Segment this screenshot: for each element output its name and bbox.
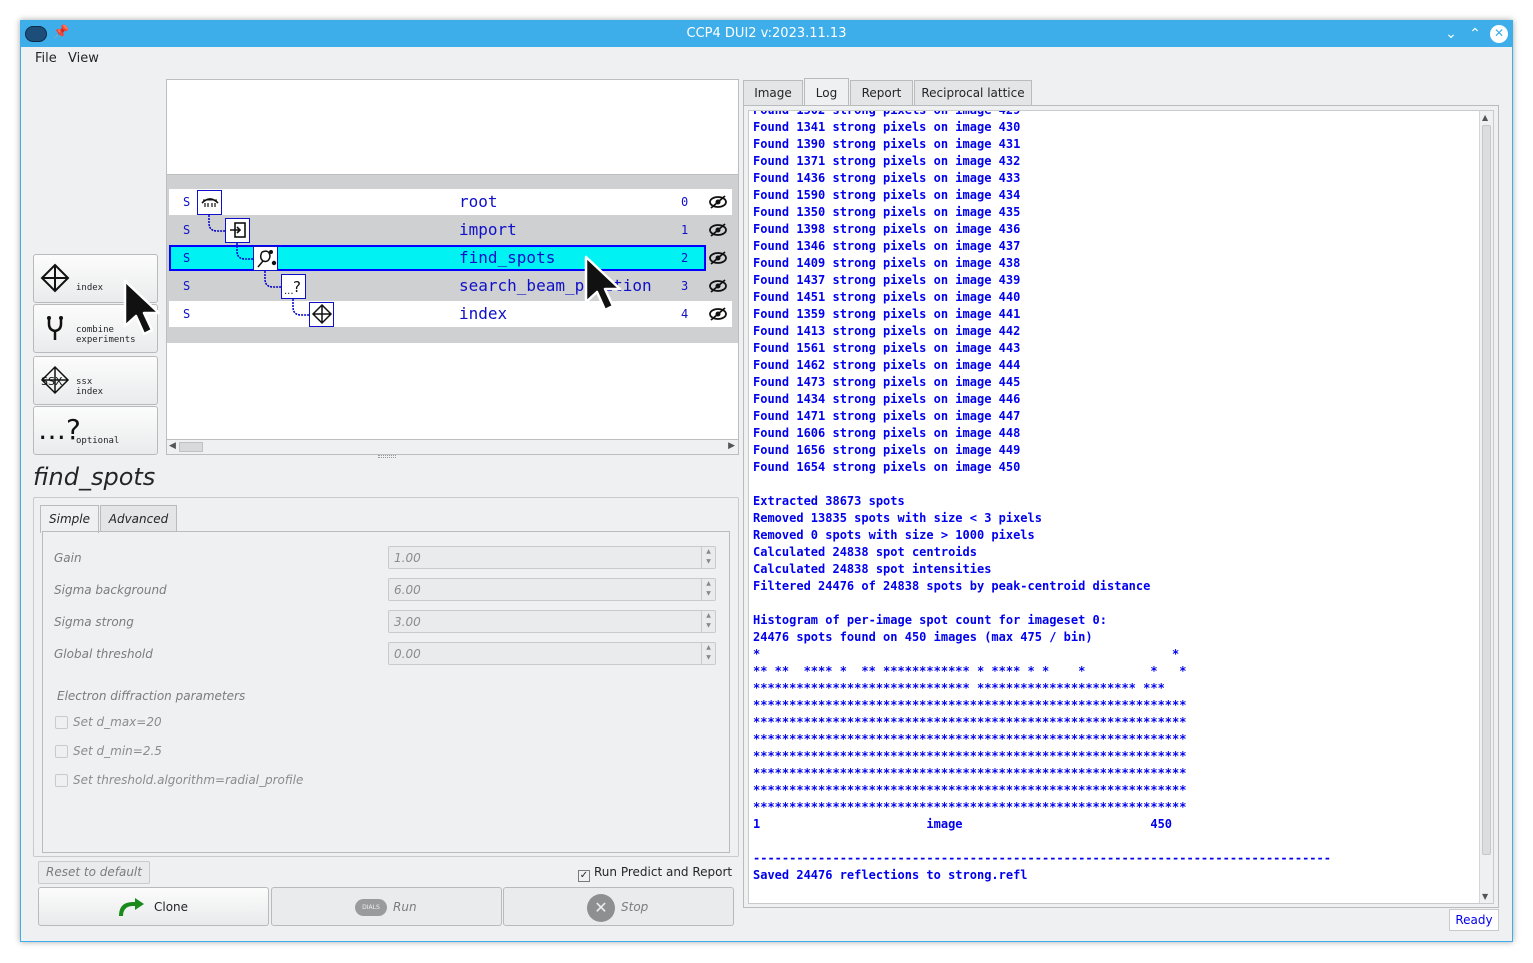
global-threshold-label: Global threshold — [54, 647, 153, 661]
spinner-arrows-icon[interactable]: ▲ ▼ — [701, 643, 715, 664]
spinner-arrows-icon[interactable]: ▲ ▼ — [701, 611, 715, 632]
main-window: 📌 CCP4 DUI2 v:2023.11.13 ⌄ ⌃ ✕ File View… — [20, 20, 1513, 942]
ssx-index-icon: SSX — [40, 365, 70, 395]
hide-eye-icon[interactable] — [708, 304, 728, 324]
row-number: 4 — [681, 307, 689, 321]
sigma-strong-field[interactable]: 3.00 ▲ ▼ — [388, 610, 716, 633]
find-spots-node-icon — [253, 246, 278, 271]
set-dmin-checkbox[interactable] — [55, 745, 68, 758]
log-panel: Found 1502 strong pixels on image 429 Fo… — [743, 105, 1499, 908]
index-node-icon — [309, 302, 334, 327]
electron-diffraction-section-label: Electron diffraction parameters — [57, 689, 246, 703]
action-label: optional — [76, 436, 120, 446]
menu-view[interactable]: View — [68, 51, 99, 66]
set-threshold-algorithm-label: Set threshold.algorithm=radial_profile — [73, 773, 304, 787]
stop-label: Stop — [621, 900, 649, 914]
scroll-thumb[interactable] — [1482, 125, 1491, 855]
svg-text:SSX: SSX — [41, 375, 63, 388]
combine-fork-icon — [40, 313, 70, 343]
status-ready: Ready — [1449, 909, 1499, 931]
set-dmax-checkbox[interactable] — [55, 716, 68, 729]
row-name: root — [459, 192, 498, 211]
dials-run-icon: DIALS — [355, 899, 387, 916]
hide-eye-icon[interactable] — [708, 192, 728, 212]
action-optional-button[interactable]: …? optional — [33, 406, 158, 455]
tree-header-area — [166, 79, 739, 175]
row-number: 2 — [681, 251, 689, 265]
row-name: index — [459, 304, 508, 323]
run-predict-label: Run Predict and Report — [594, 865, 733, 879]
root-node-icon — [197, 190, 222, 215]
stop-x-icon: ✕ — [587, 894, 615, 922]
tab-reciprocal-lattice[interactable]: Reciprocal lattice — [914, 80, 1032, 105]
row-name: import — [459, 220, 517, 239]
scroll-up-icon[interactable]: ▲ — [1482, 113, 1488, 122]
action-label: ssx index — [76, 377, 104, 397]
run-button[interactable]: DIALS Run — [271, 887, 502, 926]
clone-label: Clone — [154, 900, 189, 914]
mouse-cursor-icon — [123, 279, 161, 336]
clone-arrow-icon — [119, 898, 144, 917]
hide-eye-icon[interactable] — [708, 276, 728, 296]
tab-log[interactable]: Log — [804, 78, 849, 106]
step-title: find_spots — [33, 463, 156, 491]
import-node-icon — [225, 218, 250, 243]
sigma-strong-label: Sigma strong — [54, 615, 134, 629]
tab-report[interactable]: Report — [850, 80, 913, 105]
set-dmin-label: Set d_min=2.5 — [73, 744, 162, 758]
index-crosshair-icon — [40, 263, 70, 293]
tab-advanced[interactable]: Advanced — [100, 505, 177, 532]
search-beam-node-icon: ...? — [281, 274, 306, 299]
run-predict-checkbox[interactable]: ✓ — [578, 870, 590, 882]
sigma-background-label: Sigma background — [54, 583, 167, 597]
stop-button[interactable]: ✕ Stop — [503, 887, 734, 926]
run-label: Run — [393, 900, 417, 914]
field-value: 6.00 — [394, 583, 421, 597]
tab-image[interactable]: Image — [743, 80, 803, 105]
tab-simple[interactable]: Simple — [40, 505, 99, 533]
gain-field[interactable]: 1.00 ▲ ▼ — [388, 546, 716, 569]
title-bar[interactable]: 📌 CCP4 DUI2 v:2023.11.13 ⌄ ⌃ ✕ — [21, 21, 1512, 47]
row-number: 1 — [681, 223, 689, 237]
close-icon[interactable]: ✕ — [1490, 25, 1508, 43]
menu-file[interactable]: File — [35, 51, 57, 66]
spinner-arrows-icon[interactable]: ▲ ▼ — [701, 547, 715, 568]
optional-question-icon: …? — [38, 413, 81, 446]
log-text-area[interactable]: Found 1502 strong pixels on image 429 Fo… — [748, 110, 1494, 904]
hide-eye-icon[interactable] — [708, 248, 728, 268]
action-ssx-index-button[interactable]: SSX ssx index — [33, 356, 158, 405]
set-threshold-algorithm-checkbox[interactable] — [55, 774, 68, 787]
scroll-left-icon[interactable]: ◀ — [169, 441, 176, 451]
window-title: CCP4 DUI2 v:2023.11.13 — [686, 26, 847, 41]
field-value: 3.00 — [394, 615, 421, 629]
workflow-tree[interactable]: S root 0 S import 1 S find_spots 2 S sea… — [166, 175, 739, 455]
field-value: 1.00 — [394, 551, 421, 565]
row-number: 0 — [681, 195, 689, 209]
mouse-cursor-icon — [584, 255, 622, 312]
action-label: index — [76, 283, 104, 293]
reset-to-default-button[interactable]: Reset to default — [38, 861, 150, 884]
scroll-down-icon[interactable]: ▼ — [1482, 892, 1488, 901]
svg-text:?: ? — [293, 278, 301, 296]
global-threshold-field[interactable]: 0.00 ▲ ▼ — [388, 642, 716, 665]
scroll-right-icon[interactable]: ▶ — [728, 441, 735, 451]
row-name: find_spots — [459, 248, 556, 267]
sigma-background-field[interactable]: 6.00 ▲ ▼ — [388, 578, 716, 601]
splitter-handle[interactable] — [378, 455, 396, 458]
menu-bar: File View — [21, 47, 1512, 69]
maximize-icon[interactable]: ⌃ — [1465, 24, 1485, 44]
log-text: Found 1502 strong pixels on image 429 Fo… — [753, 110, 1331, 882]
run-predict-report-option[interactable]: ✓ Run Predict and Report — [578, 865, 732, 882]
spinner-arrows-icon[interactable]: ▲ ▼ — [701, 579, 715, 600]
tree-horizontal-scrollbar[interactable]: ◀ ▶ — [167, 439, 738, 454]
log-vertical-scrollbar[interactable]: ▲ ▼ — [1479, 111, 1493, 903]
clone-button[interactable]: Clone — [38, 887, 269, 926]
field-value: 0.00 — [394, 647, 421, 661]
set-dmax-label: Set d_max=20 — [73, 715, 162, 729]
minimize-icon[interactable]: ⌄ — [1441, 24, 1461, 44]
hide-eye-icon[interactable] — [708, 220, 728, 240]
gain-label: Gain — [54, 551, 82, 565]
scroll-thumb[interactable] — [179, 442, 203, 452]
row-number: 3 — [681, 279, 689, 293]
